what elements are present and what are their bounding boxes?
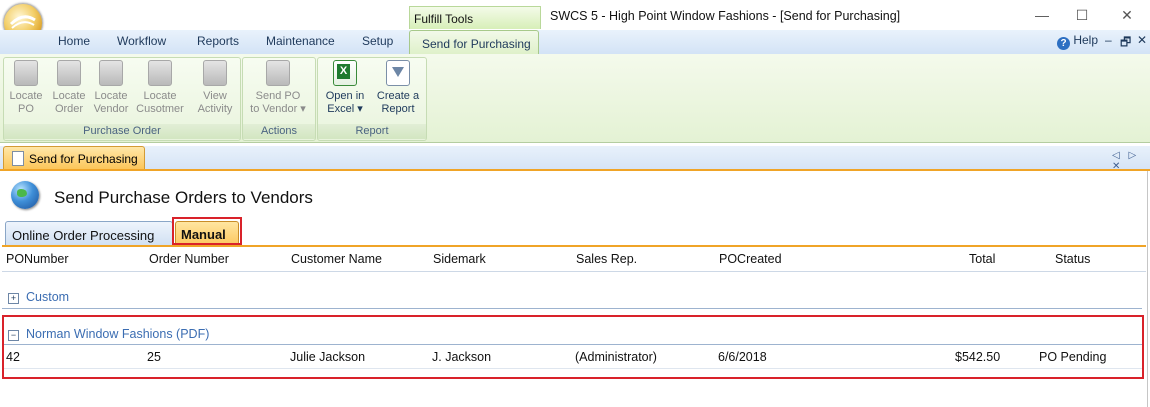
maximize-button[interactable]: ☐ <box>1067 4 1097 26</box>
send-po-icon <box>266 60 290 86</box>
close-button[interactable]: ✕ <box>1112 4 1142 26</box>
tab-online-label: Online Order Processing <box>12 228 155 243</box>
group-divider <box>2 308 1142 309</box>
document-tab-strip <box>0 146 1150 171</box>
tab-setup[interactable]: Setup <box>358 34 397 48</box>
globe-icon <box>11 181 39 209</box>
button-label-line1: View <box>203 90 227 102</box>
column-header-pocreated[interactable]: POCreated <box>719 252 782 266</box>
column-header-total[interactable]: Total <box>969 252 995 266</box>
locate-order-icon <box>57 60 81 86</box>
context-tab-label: Fulfill Tools <box>414 12 474 26</box>
button-label-line1: Locate <box>94 90 128 102</box>
swirl-logo-icon <box>9 15 36 29</box>
expand-group-custom-icon[interactable]: + <box>8 293 19 304</box>
locate-customer-icon <box>148 60 172 86</box>
tab-send-for-purchasing[interactable]: Send for Purchasing <box>409 30 539 56</box>
locate-customer-button[interactable]: Locate Cusotmer <box>135 60 185 116</box>
tab-home[interactable]: Home <box>54 34 94 48</box>
group-label-actions: Actions <box>243 124 315 139</box>
button-label-line1: Locate <box>9 90 43 102</box>
manual-tab-highlight-box <box>172 217 242 245</box>
report-filter-icon <box>386 60 410 86</box>
context-tab-group-fulfill-tools: Fulfill Tools <box>409 6 541 29</box>
excel-icon <box>333 60 357 86</box>
help-icon: ? <box>1057 37 1070 50</box>
create-report-button[interactable]: Create a Report <box>374 60 422 116</box>
button-label-line2: Activity <box>197 103 233 115</box>
column-header-customer-name[interactable]: Customer Name <box>291 252 382 266</box>
help-label: Help <box>1073 33 1099 47</box>
button-label-line1: Locate <box>52 90 86 102</box>
tab-workflow[interactable]: Workflow <box>113 34 170 48</box>
document-icon <box>12 151 24 166</box>
document-tab-send-for-purchasing[interactable]: Send for Purchasing <box>3 146 145 169</box>
send-po-to-vendor-button[interactable]: Send PO to Vendor ▾ <box>245 60 311 116</box>
button-label-line2: Vendor <box>93 103 129 115</box>
document-tab-label: Send for Purchasing <box>29 152 138 166</box>
subtab-underline <box>2 245 1146 247</box>
norman-group-highlight-box <box>2 315 1144 379</box>
button-label-line2: Order <box>54 103 84 115</box>
mdi-close-button[interactable]: ✕ <box>1137 33 1147 47</box>
tab-online-order-processing[interactable]: Online Order Processing <box>5 221 173 247</box>
column-header-sales-rep[interactable]: Sales Rep. <box>576 252 637 266</box>
button-label-line2: PO <box>18 103 34 115</box>
open-in-excel-button[interactable]: Open in Excel ▾ <box>321 60 369 116</box>
group-label-purchase-order: Purchase Order <box>4 124 240 139</box>
locate-order-button[interactable]: Locate Order <box>51 60 87 116</box>
column-header-sidemark[interactable]: Sidemark <box>433 252 486 266</box>
tab-reports[interactable]: Reports <box>193 34 243 48</box>
view-activity-button[interactable]: View Activity <box>195 60 235 116</box>
tab-maintenance[interactable]: Maintenance <box>262 34 339 48</box>
ribbon-tab-row <box>0 30 1150 55</box>
group-label-custom[interactable]: Custom <box>26 290 69 304</box>
minimize-button[interactable]: — <box>1027 4 1057 26</box>
column-header-status[interactable]: Status <box>1055 252 1090 266</box>
button-label-line1: Open in <box>325 90 365 102</box>
button-label-line2: Excel ▾ <box>327 103 363 115</box>
button-label-line2: to Vendor ▾ <box>250 103 306 115</box>
header-divider <box>2 271 1146 272</box>
document-nav-controls[interactable]: ◁ ▷ ✕ <box>1112 150 1150 172</box>
window-title: SWCS 5 - High Point Window Fashions - [S… <box>550 9 901 23</box>
column-header-order-number[interactable]: Order Number <box>149 252 229 266</box>
view-activity-icon <box>203 60 227 86</box>
button-label-line1: Send PO <box>255 90 301 102</box>
button-label-line2: Cusotmer <box>136 103 184 115</box>
button-label-line1: Locate <box>143 90 177 102</box>
button-label-line1: Create a <box>376 90 420 102</box>
mdi-minimize-button[interactable]: – <box>1105 33 1112 47</box>
locate-po-button[interactable]: Locate PO <box>8 60 44 116</box>
group-label-report: Report <box>318 124 426 139</box>
tab-send-label: Send for Purchasing <box>422 37 531 51</box>
locate-po-icon <box>14 60 38 86</box>
mdi-restore-button[interactable]: 🗗 <box>1120 33 1131 54</box>
locate-vendor-icon <box>99 60 123 86</box>
button-label-line2: Report <box>381 103 415 115</box>
column-header-ponumber[interactable]: PONumber <box>6 252 69 266</box>
help-button[interactable]: ? Help <box>1057 33 1098 50</box>
locate-vendor-button[interactable]: Locate Vendor <box>93 60 129 116</box>
page-title: Send Purchase Orders to Vendors <box>54 188 313 207</box>
